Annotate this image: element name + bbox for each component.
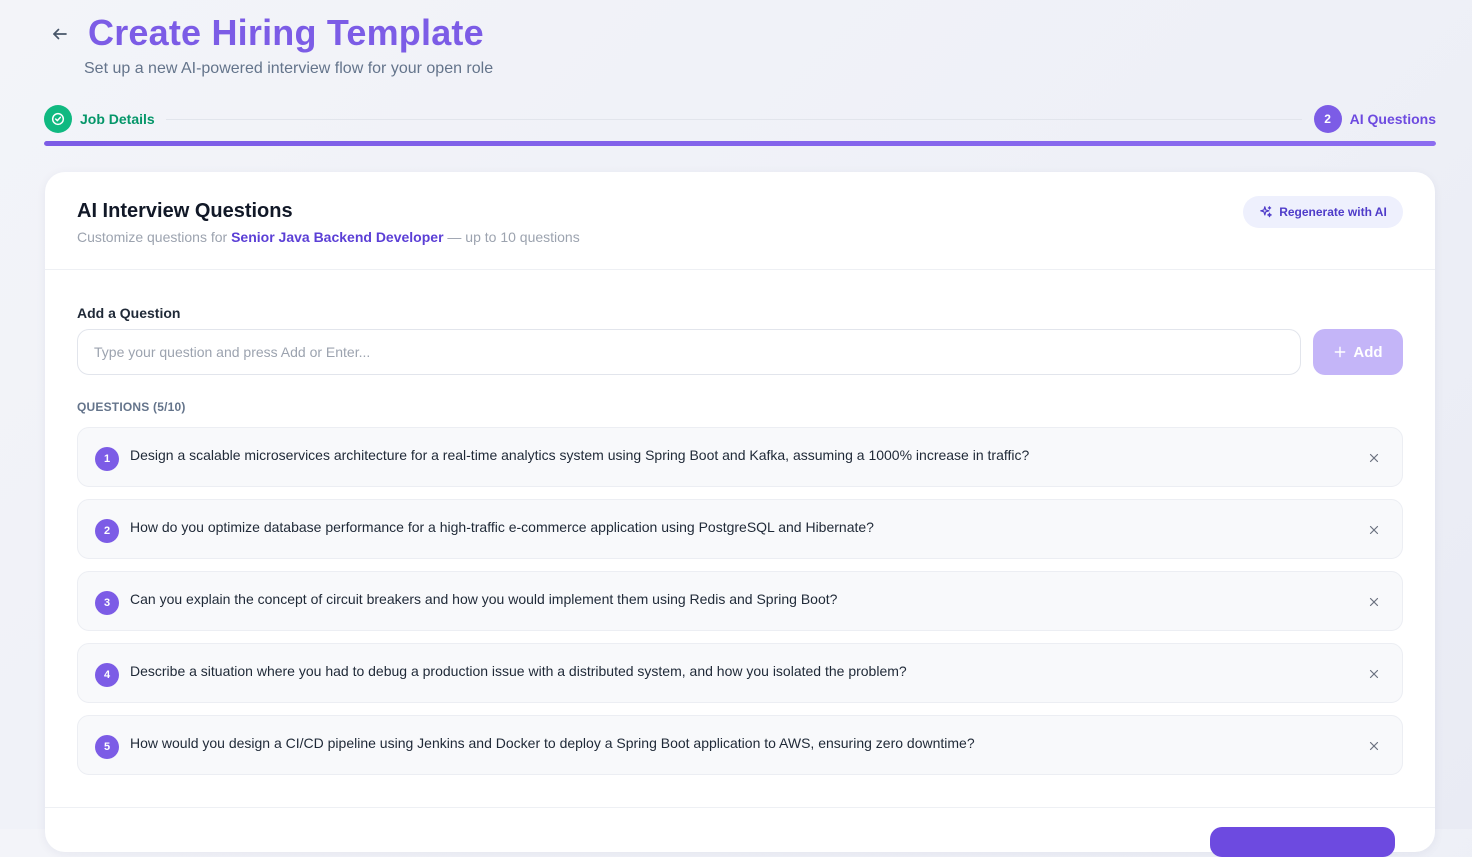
page-header: Create Hiring Template Set up a new AI-p…	[0, 0, 1472, 100]
remove-question-button[interactable]	[1364, 520, 1384, 540]
progress-fill	[44, 141, 1436, 146]
add-button-label: Add	[1353, 343, 1383, 361]
arrow-left-icon	[53, 28, 67, 40]
questions-count-header: QUESTIONS (5/10)	[77, 400, 186, 414]
question-number: 1	[95, 447, 119, 471]
stepper-connector	[166, 119, 1302, 120]
step-label: AI Questions	[1349, 111, 1436, 127]
step-ai-questions[interactable]: 2 AI Questions	[1313, 105, 1436, 133]
remove-question-button[interactable]	[1364, 592, 1384, 612]
close-icon	[1369, 669, 1379, 679]
page-title: Create Hiring Template	[88, 12, 484, 53]
question-item: 2 How do you optimize database performan…	[77, 499, 1403, 559]
questions-card: AI Interview Questions Customize questio…	[45, 172, 1435, 857]
role-name: Senior Java Backend Developer	[231, 229, 444, 245]
card-header: AI Interview Questions Customize questio…	[45, 172, 1435, 270]
regenerate-button[interactable]: Regenerate with AI	[1243, 196, 1403, 228]
stepper: Job Details 2 AI Questions	[44, 105, 1436, 133]
question-number: 5	[95, 735, 119, 759]
question-text: Can you explain the concept of circuit b…	[130, 591, 838, 607]
step-job-details[interactable]: Job Details	[44, 105, 155, 133]
question-list: 1 Design a scalable microservices archit…	[77, 427, 1403, 787]
card-subtitle: Customize questions for Senior Java Back…	[77, 229, 580, 245]
close-icon	[1369, 525, 1379, 535]
question-text: Describe a situation where you had to de…	[130, 663, 907, 679]
plus-icon	[1335, 346, 1346, 358]
regenerate-label: Regenerate with AI	[1279, 205, 1387, 219]
question-text: How would you design a CI/CD pipeline us…	[130, 735, 975, 751]
sparkles-icon	[1260, 206, 1273, 218]
close-icon	[1369, 597, 1379, 607]
question-number: 4	[95, 663, 119, 687]
question-item: 3 Can you explain the concept of circuit…	[77, 571, 1403, 631]
add-question-label: Add a Question	[77, 305, 181, 321]
step-label: Job Details	[80, 111, 155, 127]
remove-question-button[interactable]	[1364, 736, 1384, 756]
remove-question-button[interactable]	[1364, 664, 1384, 684]
back-button[interactable]	[48, 22, 72, 46]
question-item: 4 Describe a situation where you had to …	[77, 643, 1403, 703]
question-number: 3	[95, 591, 119, 615]
question-text: How do you optimize database performance…	[130, 519, 874, 535]
footer-action-button[interactable]	[1210, 827, 1395, 857]
question-number: 2	[95, 519, 119, 543]
footer-divider	[45, 807, 1435, 808]
page-subtitle: Set up a new AI-powered interview flow f…	[84, 60, 494, 77]
close-icon	[1369, 453, 1379, 463]
question-text: Design a scalable microservices architec…	[130, 447, 1030, 463]
question-item: 5 How would you design a CI/CD pipeline …	[77, 715, 1403, 775]
step-number: 2	[1313, 105, 1342, 133]
progress-bar	[44, 141, 1436, 146]
question-item: 1 Design a scalable microservices archit…	[77, 427, 1403, 487]
close-icon	[1369, 741, 1379, 751]
check-circle-icon	[44, 105, 72, 133]
card-title: AI Interview Questions	[77, 200, 293, 222]
add-question-button[interactable]: Add	[1313, 329, 1403, 375]
subtitle-suffix: — up to 10 questions	[447, 229, 580, 245]
subtitle-prefix: Customize questions for	[77, 229, 228, 245]
question-input[interactable]	[77, 329, 1301, 375]
remove-question-button[interactable]	[1364, 448, 1384, 468]
